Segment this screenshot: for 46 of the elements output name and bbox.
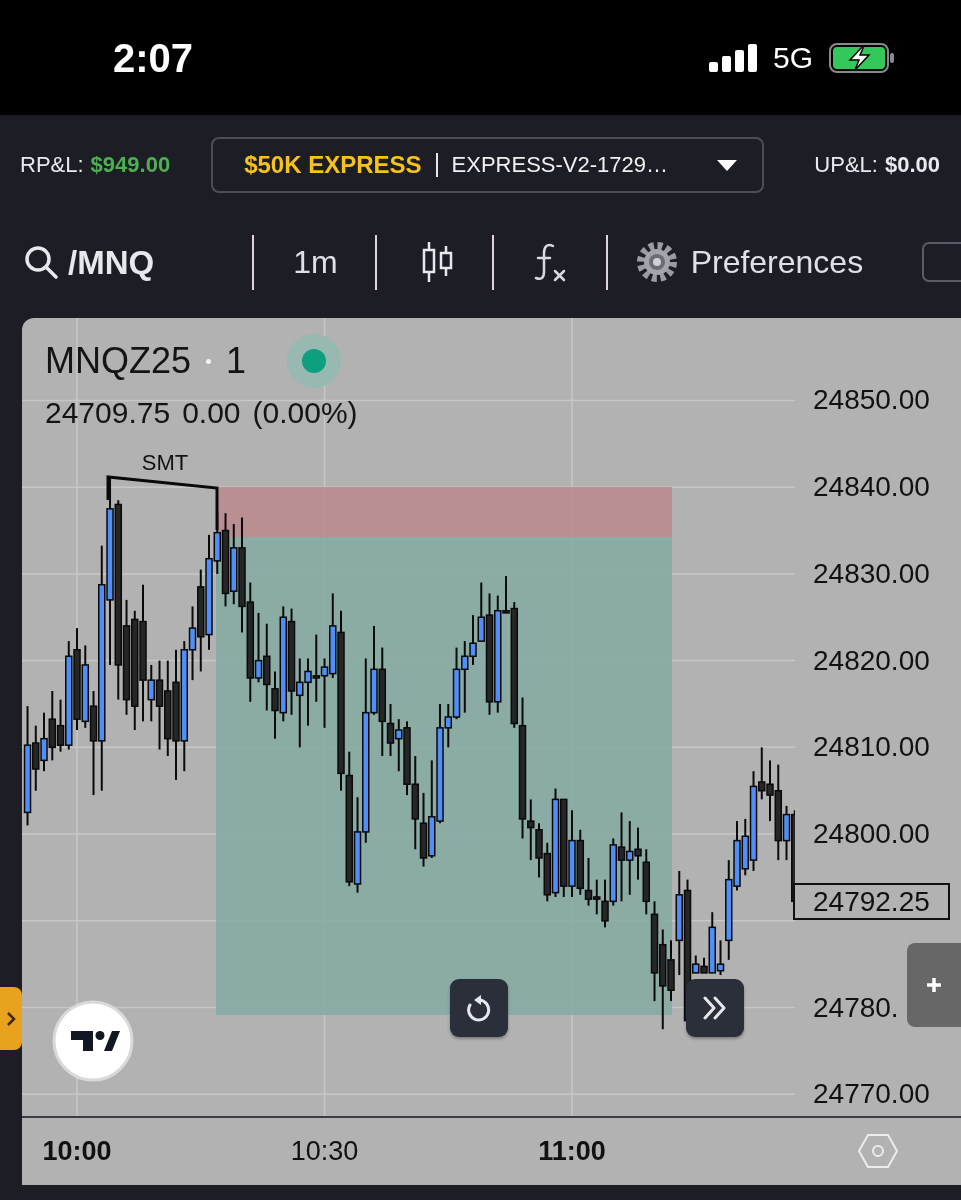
realized-pnl-label: RP&L: [20, 154, 84, 176]
interval-label: 1 [226, 343, 247, 379]
partial-toolbar-button[interactable] [922, 242, 961, 282]
price-axis-label: 24840.00 [813, 471, 930, 504]
preferences-button[interactable]: Preferences [634, 240, 864, 284]
separator-dot-icon [206, 358, 212, 364]
annotation-label: SMT [141, 450, 189, 475]
reset-chart-button[interactable] [450, 979, 508, 1037]
price-axis-label: 24800.00 [813, 818, 930, 851]
unrealized-pnl-label: UP&L: [814, 154, 878, 176]
time-axis-label: 10:30 [290, 1135, 359, 1167]
logo-icon[interactable] [52, 1000, 134, 1082]
circular-arrow-icon [466, 994, 492, 1022]
price-axis-label: 24850.00 [813, 384, 930, 417]
last-price-label: 24792.25 [793, 882, 950, 920]
chevron-right-icon [6, 1010, 16, 1027]
plus-icon [926, 977, 942, 993]
search-icon [24, 245, 58, 279]
realized-pnl-value: $949.00 [90, 154, 171, 176]
symbol-name: MNQZ25 [45, 343, 192, 379]
unrealized-pnl-value: $0.00 [884, 154, 940, 176]
gear-icon [634, 240, 679, 284]
price-axis-label: 24810.00 [813, 731, 930, 764]
time-axis-label: 10:00 [42, 1135, 112, 1167]
signal-icon [708, 43, 757, 72]
double-chevron-right-icon [702, 996, 728, 1020]
change-percent: (0.00%) [252, 398, 358, 428]
add-button[interactable] [907, 943, 961, 1027]
price-axis-label: 24820.00 [813, 644, 930, 677]
side-panel-toggle[interactable] [0, 987, 22, 1050]
price-axis-label: 24770.00 [813, 1078, 930, 1111]
price-value: 24709.75 [45, 398, 171, 428]
symbol-search-button[interactable]: /MNQ [24, 245, 155, 279]
status-time: 2:07 [113, 37, 194, 78]
scroll-to-latest-button[interactable] [686, 979, 744, 1037]
network-type: 5G [772, 42, 813, 73]
price-axis-label: 24780. [813, 991, 899, 1024]
account-dropdown[interactable]: $50K EXPRESS EXPRESS-V2-1729… [211, 137, 765, 193]
battery-charging-icon [829, 42, 895, 73]
status-dot-icon [286, 333, 343, 389]
hexagon-icon [858, 1133, 898, 1169]
time-axis-label: 11:00 [538, 1135, 606, 1167]
price-axis-label: 24830.00 [813, 557, 930, 590]
caret-down-icon [717, 159, 738, 171]
interval-button[interactable]: 1m [293, 246, 338, 278]
change-value: 0.00 [182, 398, 241, 428]
